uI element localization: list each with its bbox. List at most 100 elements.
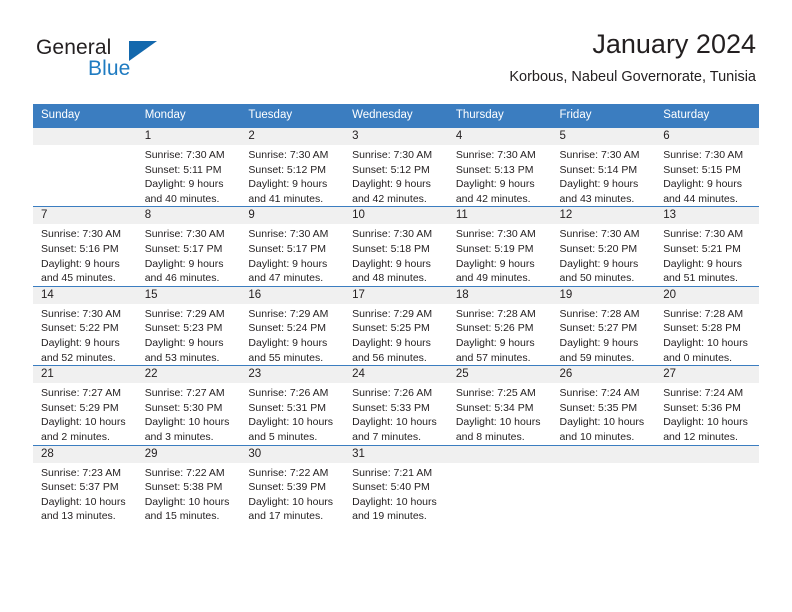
day-details: Sunrise: 7:27 AM Sunset: 5:30 PM Dayligh…: [137, 383, 241, 444]
weekday-header-monday: Monday: [136, 104, 241, 128]
daylight-text-line1: Daylight: 10 hours: [41, 416, 126, 429]
day-number: 30: [240, 445, 345, 463]
sunset-text: Sunset: 5:28 PM: [663, 322, 741, 335]
day-details: [448, 463, 552, 466]
sunset-text: Sunset: 5:12 PM: [352, 163, 430, 176]
day-number: 4: [447, 128, 552, 145]
day-details: Sunrise: 7:27 AM Sunset: 5:29 PM Dayligh…: [33, 383, 137, 444]
logo-text-blue: Blue: [88, 57, 131, 80]
sunrise-text: Sunrise: 7:30 AM: [144, 228, 225, 241]
day-cell[interactable]: 29 Sunrise: 7:22 AM Sunset: 5:38 PM Dayl…: [136, 444, 241, 524]
sunrise-text: Sunrise: 7:30 AM: [352, 228, 433, 241]
daylight-text-line1: Daylight: 9 hours: [144, 178, 224, 191]
day-cell[interactable]: 21 Sunrise: 7:27 AM Sunset: 5:29 PM Dayl…: [33, 365, 137, 445]
sunrise-text: Sunrise: 7:28 AM: [663, 307, 744, 320]
weekday-header-tuesday: Tuesday: [240, 104, 345, 128]
daylight-text-line2: and 13 minutes.: [41, 510, 116, 523]
daylight-text-line2: and 55 minutes.: [248, 351, 324, 364]
day-cell[interactable]: 15 Sunrise: 7:29 AM Sunset: 5:23 PM Dayl…: [136, 285, 241, 366]
day-cell[interactable]: 5 Sunrise: 7:30 AM Sunset: 5:14 PM Dayli…: [551, 126, 656, 207]
day-cell[interactable]: 25 Sunrise: 7:25 AM Sunset: 5:34 PM Dayl…: [447, 365, 552, 445]
day-cell[interactable]: 23 Sunrise: 7:26 AM Sunset: 5:31 PM Dayl…: [240, 365, 345, 445]
daylight-text-line2: and 40 minutes.: [144, 192, 220, 205]
day-number: [655, 445, 759, 463]
day-cell[interactable]: 12 Sunrise: 7:30 AM Sunset: 5:20 PM Dayl…: [551, 206, 656, 287]
day-cell[interactable]: 24 Sunrise: 7:26 AM Sunset: 5:33 PM Dayl…: [344, 365, 448, 445]
day-details: Sunrise: 7:24 AM Sunset: 5:36 PM Dayligh…: [655, 383, 759, 444]
day-cell[interactable]: 2 Sunrise: 7:30 AM Sunset: 5:12 PM Dayli…: [240, 126, 345, 207]
sunset-text: Sunset: 5:29 PM: [41, 401, 119, 414]
day-cell[interactable]: 14 Sunrise: 7:30 AM Sunset: 5:22 PM Dayl…: [33, 285, 137, 366]
day-cell[interactable]: 6 Sunrise: 7:30 AM Sunset: 5:15 PM Dayli…: [655, 126, 759, 207]
day-details: Sunrise: 7:23 AM Sunset: 5:37 PM Dayligh…: [33, 463, 137, 524]
day-details: Sunrise: 7:28 AM Sunset: 5:27 PM Dayligh…: [552, 304, 656, 365]
day-cell-empty: [447, 444, 552, 524]
day-number: [447, 445, 552, 463]
calendar-table: Sunday Monday Tuesday Wednesday Thursday…: [33, 104, 759, 524]
day-cell[interactable]: 28 Sunrise: 7:23 AM Sunset: 5:37 PM Dayl…: [33, 444, 137, 524]
sunrise-text: Sunrise: 7:29 AM: [144, 307, 225, 320]
day-cell[interactable]: 19 Sunrise: 7:28 AM Sunset: 5:27 PM Dayl…: [551, 285, 656, 366]
day-number: 19: [551, 286, 656, 304]
day-cell[interactable]: 7 Sunrise: 7:30 AM Sunset: 5:16 PM Dayli…: [33, 206, 137, 287]
day-number: 20: [655, 286, 759, 304]
daylight-text-line1: Daylight: 10 hours: [663, 336, 748, 349]
daylight-text-line1: Daylight: 10 hours: [144, 416, 230, 429]
day-details: Sunrise: 7:30 AM Sunset: 5:15 PM Dayligh…: [655, 145, 759, 206]
day-cell[interactable]: 22 Sunrise: 7:27 AM Sunset: 5:30 PM Dayl…: [136, 365, 241, 445]
sunset-text: Sunset: 5:11 PM: [144, 163, 222, 176]
sunset-text: Sunset: 5:35 PM: [559, 401, 638, 414]
day-number: 5: [551, 128, 656, 145]
day-number: 25: [447, 366, 552, 384]
weekday-header-friday: Friday: [551, 104, 656, 128]
daylight-text-line1: Daylight: 10 hours: [248, 416, 334, 429]
page-header: General Blue January 2024 Korbous, Nabeu…: [0, 0, 792, 104]
sunset-text: Sunset: 5:12 PM: [248, 163, 327, 176]
day-cell[interactable]: 9 Sunrise: 7:30 AM Sunset: 5:17 PM Dayli…: [240, 206, 345, 287]
day-cell[interactable]: 1 Sunrise: 7:30 AM Sunset: 5:11 PM Dayli…: [136, 126, 241, 207]
day-details: Sunrise: 7:30 AM Sunset: 5:17 PM Dayligh…: [137, 224, 241, 285]
general-blue-logo[interactable]: General Blue: [36, 36, 216, 88]
day-cell[interactable]: 30 Sunrise: 7:22 AM Sunset: 5:39 PM Dayl…: [240, 444, 345, 524]
day-cell[interactable]: 11 Sunrise: 7:30 AM Sunset: 5:19 PM Dayl…: [447, 206, 552, 287]
daylight-text-line2: and 49 minutes.: [455, 272, 531, 285]
day-cell[interactable]: 16 Sunrise: 7:29 AM Sunset: 5:24 PM Dayl…: [240, 285, 345, 366]
day-details: Sunrise: 7:21 AM Sunset: 5:40 PM Dayligh…: [344, 463, 448, 524]
day-details: Sunrise: 7:22 AM Sunset: 5:39 PM Dayligh…: [240, 463, 344, 524]
daylight-text-line2: and 43 minutes.: [559, 192, 635, 205]
day-number: 18: [447, 286, 552, 304]
daylight-text-line1: Daylight: 9 hours: [144, 257, 224, 270]
day-cell[interactable]: 31 Sunrise: 7:21 AM Sunset: 5:40 PM Dayl…: [344, 444, 448, 524]
sunset-text: Sunset: 5:13 PM: [455, 163, 534, 176]
sunset-text: Sunset: 5:23 PM: [144, 322, 223, 335]
sunset-text: Sunset: 5:14 PM: [559, 163, 638, 176]
day-cell[interactable]: 4 Sunrise: 7:30 AM Sunset: 5:13 PM Dayli…: [447, 126, 552, 207]
sunrise-text: Sunrise: 7:23 AM: [41, 466, 121, 479]
day-cell[interactable]: 10 Sunrise: 7:30 AM Sunset: 5:18 PM Dayl…: [344, 206, 448, 287]
day-details: Sunrise: 7:22 AM Sunset: 5:38 PM Dayligh…: [137, 463, 241, 524]
daylight-text-line2: and 57 minutes.: [455, 351, 531, 364]
day-cell[interactable]: 26 Sunrise: 7:24 AM Sunset: 5:35 PM Dayl…: [551, 365, 656, 445]
daylight-text-line2: and 8 minutes.: [455, 430, 525, 443]
sunrise-text: Sunrise: 7:22 AM: [144, 466, 225, 479]
sunset-text: Sunset: 5:16 PM: [41, 242, 119, 255]
day-cell[interactable]: 8 Sunrise: 7:30 AM Sunset: 5:17 PM Dayli…: [136, 206, 241, 287]
day-cell[interactable]: 13 Sunrise: 7:30 AM Sunset: 5:21 PM Dayl…: [655, 206, 759, 287]
sunrise-text: Sunrise: 7:30 AM: [352, 149, 433, 161]
sunrise-text: Sunrise: 7:29 AM: [248, 307, 329, 320]
day-cell[interactable]: 18 Sunrise: 7:28 AM Sunset: 5:26 PM Dayl…: [447, 285, 552, 366]
day-cell[interactable]: 20 Sunrise: 7:28 AM Sunset: 5:28 PM Dayl…: [655, 285, 759, 366]
sunset-text: Sunset: 5:37 PM: [41, 481, 119, 494]
day-cell[interactable]: 3 Sunrise: 7:30 AM Sunset: 5:12 PM Dayli…: [344, 126, 448, 207]
sunset-text: Sunset: 5:36 PM: [663, 401, 741, 414]
daylight-text-line2: and 19 minutes.: [352, 510, 427, 523]
day-number: 12: [551, 207, 656, 225]
day-number: 8: [136, 207, 241, 225]
day-details: Sunrise: 7:26 AM Sunset: 5:31 PM Dayligh…: [240, 383, 344, 444]
day-cell[interactable]: 17 Sunrise: 7:29 AM Sunset: 5:25 PM Dayl…: [344, 285, 448, 366]
daylight-text-line1: Daylight: 10 hours: [559, 416, 645, 429]
daylight-text-line1: Daylight: 10 hours: [455, 416, 541, 429]
daylight-text-line2: and 7 minutes.: [352, 430, 421, 443]
sunset-text: Sunset: 5:21 PM: [663, 242, 741, 255]
day-cell[interactable]: 27 Sunrise: 7:24 AM Sunset: 5:36 PM Dayl…: [655, 365, 759, 445]
